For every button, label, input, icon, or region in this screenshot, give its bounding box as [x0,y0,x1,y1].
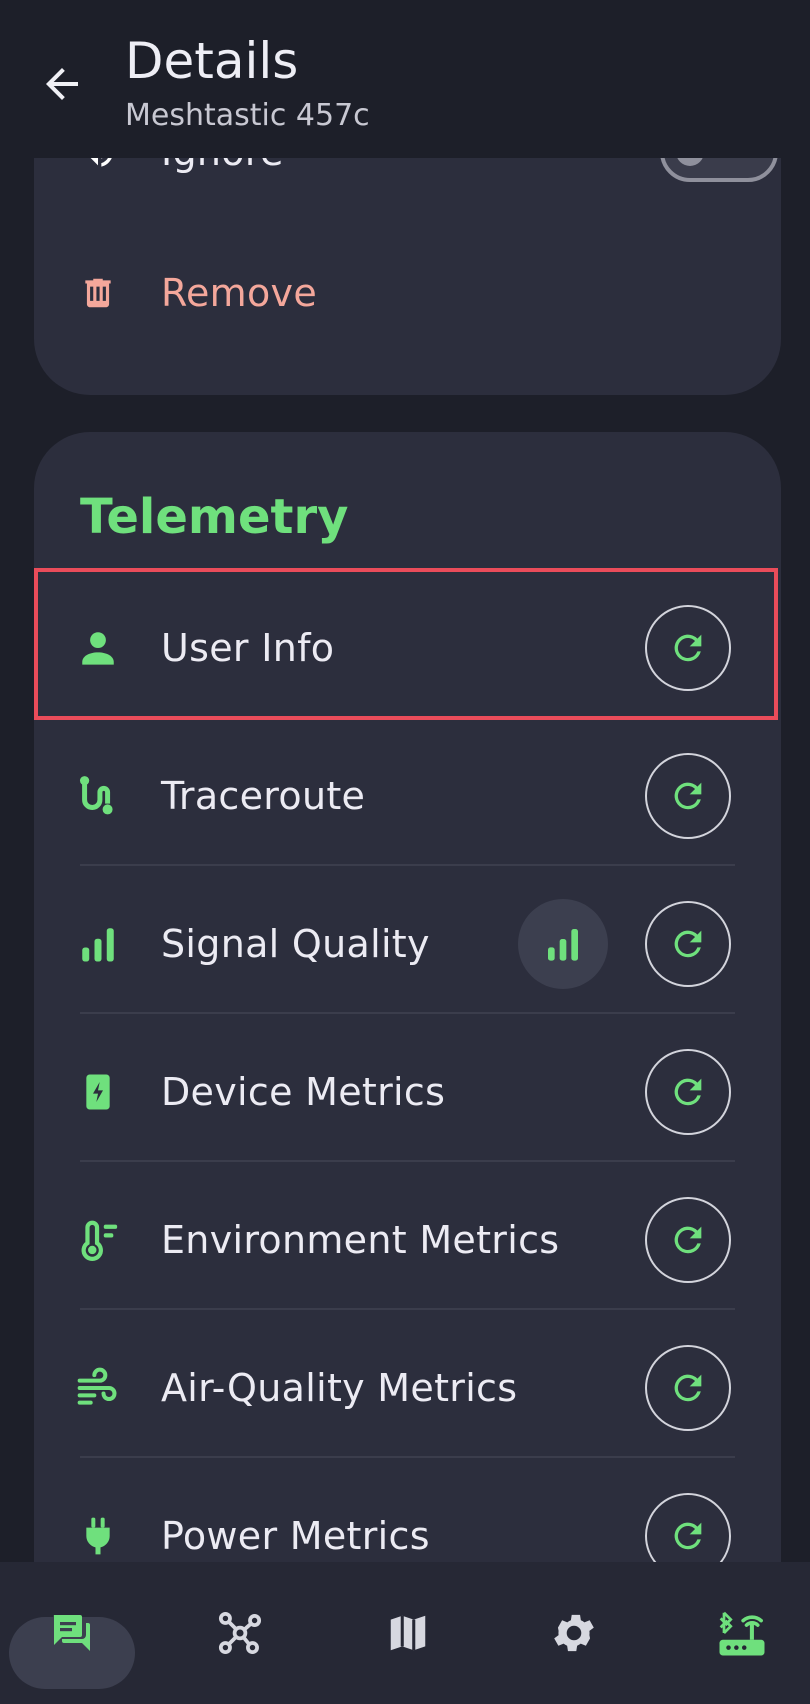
back-button[interactable] [38,60,86,108]
telemetry-label: Signal Quality [161,922,430,966]
remove-row[interactable]: Remove [34,219,781,367]
air-icon [74,1364,122,1412]
divider [80,1160,735,1162]
telemetry-row-device-metrics[interactable]: Device Metrics [34,1018,781,1166]
toggle-knob [676,158,704,166]
route-icon [74,772,122,820]
refresh-button[interactable] [645,1197,731,1283]
thermometer-icon [74,1216,122,1264]
refresh-icon [674,930,702,958]
nodes-icon [218,1611,262,1655]
ignore-toggle[interactable] [660,158,778,182]
telemetry-label: Traceroute [161,774,366,818]
refresh-icon [674,1226,702,1254]
refresh-button[interactable] [645,1049,731,1135]
signal-icon [74,920,122,968]
chat-icon [53,1615,90,1651]
telemetry-label: Device Metrics [161,1070,446,1114]
refresh-button[interactable] [645,901,731,987]
divider [80,1012,735,1014]
telemetry-title: Telemetry [80,489,349,545]
bottom-navigation [0,1562,810,1704]
top-app-bar: Details Meshtastic 457c [0,0,810,158]
nav-item-connections[interactable] [682,1562,802,1704]
arrow-back-icon [46,68,78,100]
refresh-icon [674,1374,702,1402]
telemetry-row-power-metrics[interactable]: Power Metrics [34,1462,781,1562]
remove-label: Remove [161,271,318,315]
settings-icon [554,1614,594,1652]
page-subtitle: Meshtastic 457c [125,98,370,133]
refresh-button[interactable] [645,1493,731,1562]
router-bluetooth-icon [719,1611,765,1656]
plug-icon [74,1512,122,1560]
nav-item-nodes[interactable] [180,1562,300,1704]
highlight-box [34,568,778,720]
page-title: Details [125,32,299,90]
nav-item-map[interactable] [348,1562,468,1704]
nav-item-messages[interactable] [9,1562,135,1704]
trash-icon [74,269,122,317]
volume-icon [74,158,122,176]
divider [80,1456,735,1458]
signal-strength-badge [518,899,608,989]
telemetry-row-traceroute[interactable]: Traceroute [34,722,781,870]
telemetry-row-air-quality-metrics[interactable]: Air-Quality Metrics [34,1314,781,1462]
ignore-label: Ignore [161,158,284,174]
telemetry-label: Power Metrics [161,1514,430,1558]
battery-charging-icon [74,1068,122,1116]
details-scroll-area[interactable]: Ignore Remove Telemetry User Info Tracer… [0,158,810,1562]
telemetry-row-signal-quality[interactable]: Signal Quality [34,870,781,1018]
signal-icon [548,929,578,961]
refresh-icon [674,782,702,810]
telemetry-row-environment-metrics[interactable]: Environment Metrics [34,1166,781,1314]
refresh-button[interactable] [645,753,731,839]
divider [80,864,735,866]
refresh-icon [674,1522,702,1550]
ignore-row[interactable]: Ignore [34,158,781,226]
refresh-icon [674,1078,702,1106]
telemetry-label: Environment Metrics [161,1218,560,1262]
telemetry-label: Air-Quality Metrics [161,1366,518,1410]
refresh-button[interactable] [645,1345,731,1431]
nav-item-settings[interactable] [514,1562,634,1704]
map-icon [390,1615,426,1651]
divider [80,1308,735,1310]
